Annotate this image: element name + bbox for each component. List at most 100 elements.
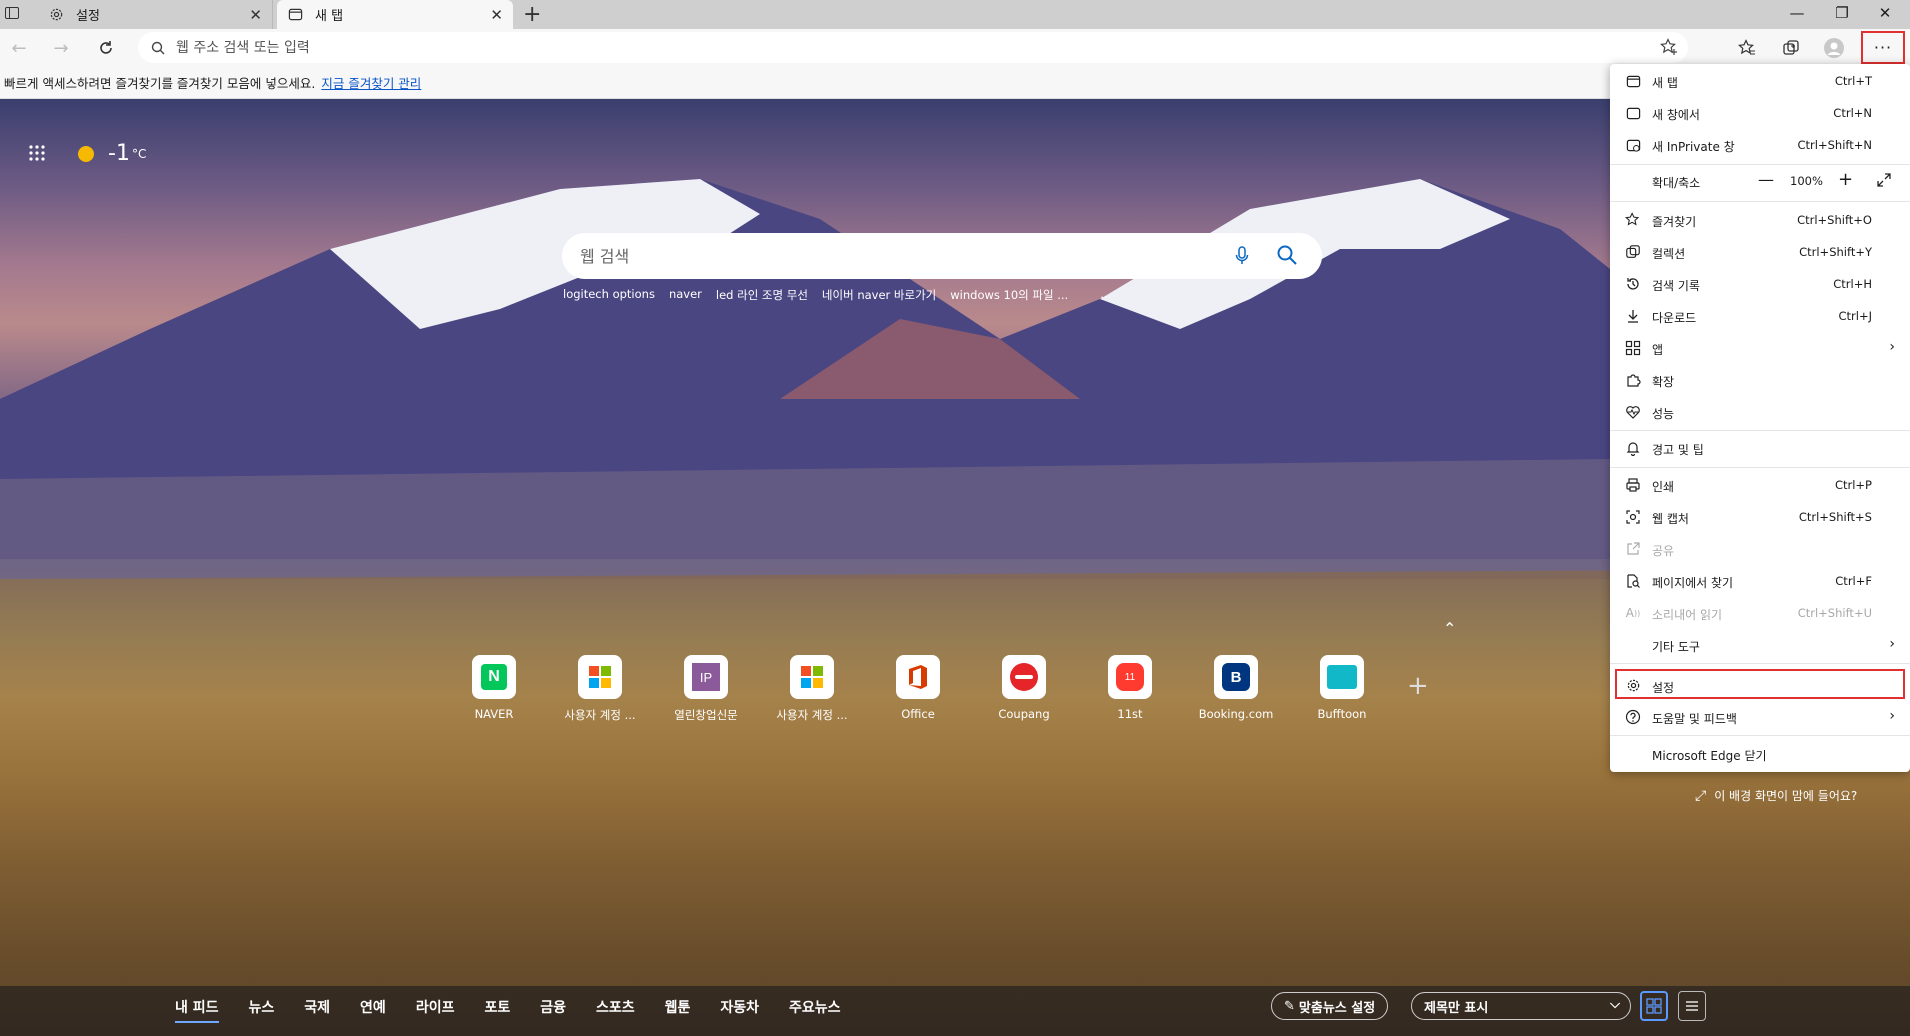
menu-item-history[interactable]: 검색 기록 Ctrl+H [1610,271,1910,297]
weather-widget[interactable]: -1 °C [28,141,146,166]
menu-item-downloads[interactable]: 다운로드 Ctrl+J [1610,303,1910,329]
tab-news[interactable]: 뉴스 [249,997,275,1023]
menu-item-performance[interactable]: 성능 [1610,399,1910,425]
menu-item-alerts[interactable]: 경고 및 팁 [1610,435,1910,461]
add-site-button[interactable]: + [1407,671,1429,701]
tab-life[interactable]: 라이프 [416,997,455,1023]
menu-item-label: 기타 도구 [1652,640,1700,654]
tab-auto[interactable]: 자동차 [720,997,759,1023]
quick-link-user-account[interactable]: 사용자 계정 ... [547,655,653,723]
address-bar[interactable] [138,32,1688,63]
zoom-out-button[interactable]: — [1758,170,1774,189]
trending-item[interactable]: windows 10의 파일 ... [950,287,1068,303]
menu-item-new-tab[interactable]: 새 탭 Ctrl+T [1610,68,1910,94]
menu-item-collections[interactable]: 컬렉션 Ctrl+Shift+Y [1610,239,1910,265]
menu-item-new-window[interactable]: 새 창에서 Ctrl+N [1610,100,1910,126]
trending-item[interactable]: led 라인 조명 무선 [716,287,808,303]
chevron-up-icon[interactable]: ⌃ [1443,619,1456,638]
back-icon[interactable]: ← [6,35,32,61]
quick-link-label: Office [901,707,935,721]
quick-link-booking[interactable]: B Booking.com [1183,655,1289,723]
tab-new-tab[interactable]: 새 탭 ✕ [277,0,513,29]
background-feedback[interactable]: ⤢ 이 배경 화면이 맘에 들어요? [1695,787,1857,804]
tab-settings[interactable]: 설정 ✕ [38,0,273,29]
menu-item-more-tools[interactable]: 기타 도구 › [1610,632,1910,658]
restore-icon[interactable]: ❐ [1827,4,1857,22]
tab-title: 새 탭 [315,9,344,24]
fullscreen-icon[interactable] [1876,172,1892,191]
app-launcher-icon[interactable] [28,144,48,164]
quick-link-11st[interactable]: 11 11st [1077,655,1183,723]
menu-item-help[interactable]: 도움말 및 피드백 › [1610,704,1910,730]
minimize-icon[interactable]: — [1782,4,1812,22]
apps-icon [1625,340,1641,356]
close-tab-icon[interactable]: ✕ [249,6,262,24]
menu-separator [1610,735,1910,736]
address-input[interactable] [176,39,1576,56]
profile-avatar[interactable] [1823,37,1845,59]
printer-icon [1625,477,1641,493]
tab-photo[interactable]: 포토 [484,997,510,1023]
personalize-button[interactable]: ✎ 맞춤뉴스 설정 [1271,992,1389,1020]
menu-item-web-capture[interactable]: 웹 캡처 Ctrl+Shift+S [1610,504,1910,530]
forward-icon[interactable]: → [48,35,74,61]
menu-item-find[interactable]: 페이지에서 찾기 Ctrl+F [1610,568,1910,594]
layout-dropdown[interactable]: 제목만 표시 ⌵ [1411,992,1631,1020]
search-icon[interactable] [1276,244,1298,270]
menu-item-inprivate[interactable]: 새 InPrivate 창 Ctrl+Shift+N [1610,132,1910,158]
trending-item[interactable]: naver [669,287,702,303]
menu-item-label: 즐겨찾기 [1652,215,1697,229]
tab-world[interactable]: 국제 [304,997,330,1023]
help-icon [1625,709,1641,725]
tab-entertainment[interactable]: 연예 [360,997,386,1023]
history-icon [1625,276,1641,292]
quick-link-bufftoon[interactable]: Bufftoon [1289,655,1395,723]
favorites-icon[interactable] [1736,37,1758,59]
new-tab-button[interactable]: + [523,2,541,27]
menu-item-label: 설정 [1652,681,1675,695]
tab-sports[interactable]: 스포츠 [596,997,635,1023]
menu-item-favorites[interactable]: 즐겨찾기 Ctrl+Shift+O [1610,207,1910,233]
quick-link-coupang[interactable]: Coupang [971,655,1077,723]
web-search-input[interactable] [580,246,1200,266]
newtab-icon [287,7,303,23]
settings-and-more-menu: 새 탭 Ctrl+T 새 창에서 Ctrl+N 새 InPrivate 창 Ct… [1610,64,1910,772]
web-search-box[interactable] [562,233,1322,279]
menu-item-apps[interactable]: 앱 › [1610,335,1910,361]
add-favorite-icon[interactable] [1660,38,1678,60]
collections-icon[interactable] [1780,37,1802,59]
tab-actions-icon[interactable] [4,5,24,23]
quick-link-office[interactable]: Office [865,655,971,723]
quick-link-open-startup[interactable]: IP 열린창업신문 [653,655,759,723]
quick-link-user-account[interactable]: 사용자 계정 ... [759,655,865,723]
11st-icon: 11 [1108,655,1152,699]
zoom-in-button[interactable]: + [1838,169,1853,190]
menu-item-settings[interactable]: 설정 [1615,669,1905,699]
quick-link-label: Booking.com [1198,707,1274,721]
tab-top-news[interactable]: 주요뉴스 [789,997,841,1023]
close-tab-icon[interactable]: ✕ [490,6,503,24]
menu-item-extensions[interactable]: 확장 [1610,367,1910,393]
quick-link-naver[interactable]: N NAVER [441,655,547,723]
microphone-icon[interactable] [1234,245,1250,271]
grid-view-icon[interactable] [1640,991,1668,1021]
trending-item[interactable]: logitech options [563,287,655,303]
more-trending-button[interactable]: ... [1100,287,1111,303]
menu-item-label: 검색 기록 [1652,279,1700,293]
feed-tabs: 내 피드 뉴스 국제 연예 라이프 포토 금융 스포츠 웹툰 자동차 주요뉴스 [175,997,871,1023]
tab-webtoon[interactable]: 웹툰 [665,997,691,1023]
close-window-icon[interactable]: ✕ [1870,4,1900,22]
refresh-icon[interactable] [93,35,119,61]
menu-item-close-edge[interactable]: Microsoft Edge 닫기 [1610,741,1910,767]
manage-favorites-link[interactable]: 지금 즐겨찾기 관리 [321,73,421,92]
menu-item-print[interactable]: 인쇄 Ctrl+P [1610,472,1910,498]
tab-finance[interactable]: 금융 [540,997,566,1023]
list-view-icon[interactable] [1678,991,1706,1021]
microsoft-icon [578,655,622,699]
settings-and-more-button[interactable]: ··· [1861,31,1905,64]
tab-my-feed[interactable]: 내 피드 [175,997,219,1023]
trending-searches: logitech options naver led 라인 조명 무선 네이버 … [563,287,1125,303]
menu-item-shortcut: Ctrl+N [1833,106,1872,120]
menu-item-shortcut: Ctrl+Shift+U [1797,606,1872,620]
trending-item[interactable]: 네이버 naver 바로가기 [822,287,936,303]
